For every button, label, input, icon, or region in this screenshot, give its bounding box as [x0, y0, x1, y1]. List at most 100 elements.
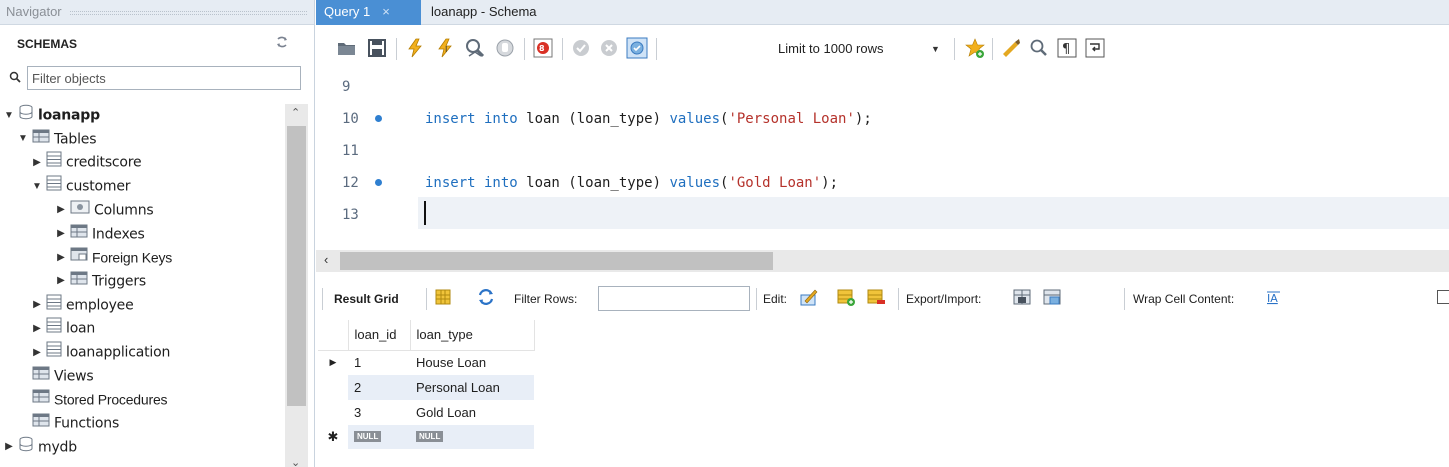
- refresh-results-icon[interactable]: [476, 287, 498, 309]
- table-row[interactable]: ▶ 1 House Loan: [318, 350, 534, 375]
- checkbox[interactable]: [1437, 290, 1449, 304]
- separator: [954, 38, 955, 60]
- delete-row-icon[interactable]: [866, 287, 888, 309]
- execute-icon[interactable]: [404, 37, 426, 59]
- sql-editor[interactable]: 9 10 insert into loan (loan_type) values('…: [316, 70, 1449, 248]
- column-header-loan-id[interactable]: loan_id: [348, 320, 411, 351]
- sql-text: loan (loan_type): [517, 111, 670, 127]
- stop-icon[interactable]: [494, 37, 516, 59]
- separator: [992, 38, 993, 60]
- scrollbar-thumb[interactable]: [287, 126, 306, 406]
- tree-item-loanapp[interactable]: ▼ loanapp: [3, 104, 100, 126]
- table-row[interactable]: 2 Personal Loan: [318, 375, 534, 400]
- filter-objects-input[interactable]: [27, 66, 301, 90]
- tree-item-functions[interactable]: Functions: [17, 412, 119, 434]
- expand-arrow-icon[interactable]: ▼: [31, 176, 43, 198]
- expand-arrow-icon[interactable]: ▼: [17, 128, 29, 150]
- tree-item-customer[interactable]: ▼ customer: [31, 175, 131, 198]
- invisible-chars-icon[interactable]: ¶: [1056, 37, 1078, 59]
- tree-item-indexes[interactable]: ▶ Indexes: [55, 223, 145, 245]
- code-line[interactable]: insert into loan (loan_type) values('Per…: [425, 103, 872, 135]
- chevron-down-icon[interactable]: ▼: [931, 38, 940, 60]
- line-gutter: 10: [316, 103, 416, 135]
- limit-rows-select[interactable]: Limit to 1000 rows ▼: [774, 38, 946, 60]
- explain-icon[interactable]: [464, 37, 486, 59]
- tree-item-views[interactable]: Views: [17, 365, 94, 387]
- tree-item-creditscore[interactable]: ▶ creditscore: [31, 151, 142, 174]
- collapse-arrow-icon[interactable]: ▶: [55, 247, 67, 269]
- grid-layout-icon[interactable]: [433, 287, 455, 309]
- table-cell[interactable]: 2: [348, 375, 410, 400]
- navigator-scrollbar[interactable]: ⌃ ⌄: [285, 104, 308, 467]
- tree-item-employee[interactable]: ▶ employee: [31, 294, 134, 316]
- table-cell[interactable]: Gold Loan: [410, 400, 534, 425]
- execute-current-icon[interactable]: I: [434, 37, 456, 59]
- collapse-arrow-icon[interactable]: ▶: [3, 436, 15, 458]
- collapse-arrow-icon[interactable]: ▶: [55, 223, 67, 245]
- sql-text: );: [854, 111, 872, 127]
- collapse-arrow-icon[interactable]: ▶: [31, 318, 43, 340]
- navigator-panel: Navigator SCHEMAS ▼ loanapp ▼ Tables ▶ credit…: [0, 0, 315, 467]
- database-icon: [18, 104, 34, 127]
- refresh-icon[interactable]: [275, 35, 289, 52]
- edit-cell-icon[interactable]: [799, 287, 821, 309]
- collapse-arrow-icon[interactable]: ▶: [31, 294, 43, 316]
- collapse-arrow-icon[interactable]: ▶: [55, 199, 67, 221]
- beautify-icon[interactable]: [1000, 37, 1022, 59]
- export-icon[interactable]: [1012, 287, 1034, 309]
- import-icon[interactable]: [1042, 287, 1064, 309]
- tree-item-tables[interactable]: ▼ Tables: [17, 128, 97, 151]
- code-line[interactable]: insert into loan (loan_type) values('Gol…: [425, 167, 838, 199]
- tree-item-triggers[interactable]: ▶ Triggers: [55, 270, 146, 292]
- table-cell[interactable]: 1: [348, 350, 410, 375]
- columns-icon: [70, 199, 90, 222]
- open-folder-icon[interactable]: [336, 37, 358, 59]
- editor-horizontal-scrollbar[interactable]: ‹: [316, 250, 1449, 272]
- scrollbar-thumb[interactable]: [340, 252, 773, 270]
- tab-loanapp-schema[interactable]: loanapp - Schema: [423, 0, 545, 25]
- result-grid: loan_id loan_type ▶ 1 House Loan 2 Perso…: [318, 320, 535, 449]
- table-cell[interactable]: 3: [348, 400, 410, 425]
- tree-item-loan[interactable]: ▶ loan: [31, 317, 95, 339]
- collapse-arrow-icon[interactable]: ▶: [55, 270, 67, 292]
- table-row[interactable]: 3 Gold Loan: [318, 400, 534, 425]
- collapse-arrow-icon[interactable]: ▶: [31, 342, 43, 364]
- scroll-up-icon[interactable]: ⌃: [291, 106, 300, 119]
- stop-on-error-icon[interactable]: 8: [532, 37, 554, 59]
- tree-item-loanapplication[interactable]: ▶ loanapplication: [31, 341, 170, 363]
- add-snippet-icon[interactable]: [964, 37, 986, 59]
- svg-text:I: I: [445, 45, 447, 54]
- filter-rows-input[interactable]: [598, 286, 750, 311]
- tab-query-1[interactable]: Query 1 ×: [316, 0, 421, 25]
- table-cell[interactable]: House Loan: [410, 350, 534, 375]
- table-cell[interactable]: Personal Loan: [410, 375, 534, 400]
- scroll-left-icon[interactable]: ‹: [324, 252, 328, 267]
- tree-item-columns[interactable]: ▶ Columns: [55, 199, 154, 221]
- result-grid-toolbar: Result Grid Filter Rows: Edit: Export/Im…: [316, 284, 1449, 314]
- save-icon[interactable]: [366, 37, 388, 59]
- filter-rows-label: Filter Rows:: [514, 292, 578, 306]
- tree-item-stored-procedures[interactable]: Stored Procedures: [17, 388, 168, 411]
- folder-icon: [32, 388, 50, 411]
- commit-icon[interactable]: [570, 37, 592, 59]
- tree-item-label: creditscore: [66, 154, 142, 171]
- collapse-arrow-icon[interactable]: ▶: [31, 152, 43, 174]
- scroll-down-icon[interactable]: ⌄: [291, 456, 300, 467]
- column-header-loan-type[interactable]: loan_type: [410, 320, 535, 351]
- line-number: 12: [342, 175, 359, 191]
- wrap-lines-icon[interactable]: [1084, 37, 1106, 59]
- close-icon[interactable]: ×: [382, 4, 390, 19]
- rollback-icon[interactable]: [598, 37, 620, 59]
- tree-item-mydb[interactable]: ▶ mydb: [3, 436, 77, 458]
- new-row[interactable]: ✱ NULL NULL: [318, 425, 534, 449]
- drag-grip[interactable]: [70, 11, 307, 15]
- null-badge: NULL: [354, 430, 382, 442]
- result-grid-tab[interactable]: Result Grid: [334, 292, 399, 306]
- folder-icon: [32, 128, 50, 151]
- find-icon[interactable]: [1028, 37, 1050, 59]
- wrap-cell-icon[interactable]: IA: [1266, 290, 1282, 306]
- tree-item-foreign-keys[interactable]: ▶ Foreign Keys: [55, 246, 172, 268]
- autocommit-toggle-icon[interactable]: [626, 37, 648, 59]
- add-row-icon[interactable]: [836, 287, 858, 309]
- expand-arrow-icon[interactable]: ▼: [3, 105, 15, 127]
